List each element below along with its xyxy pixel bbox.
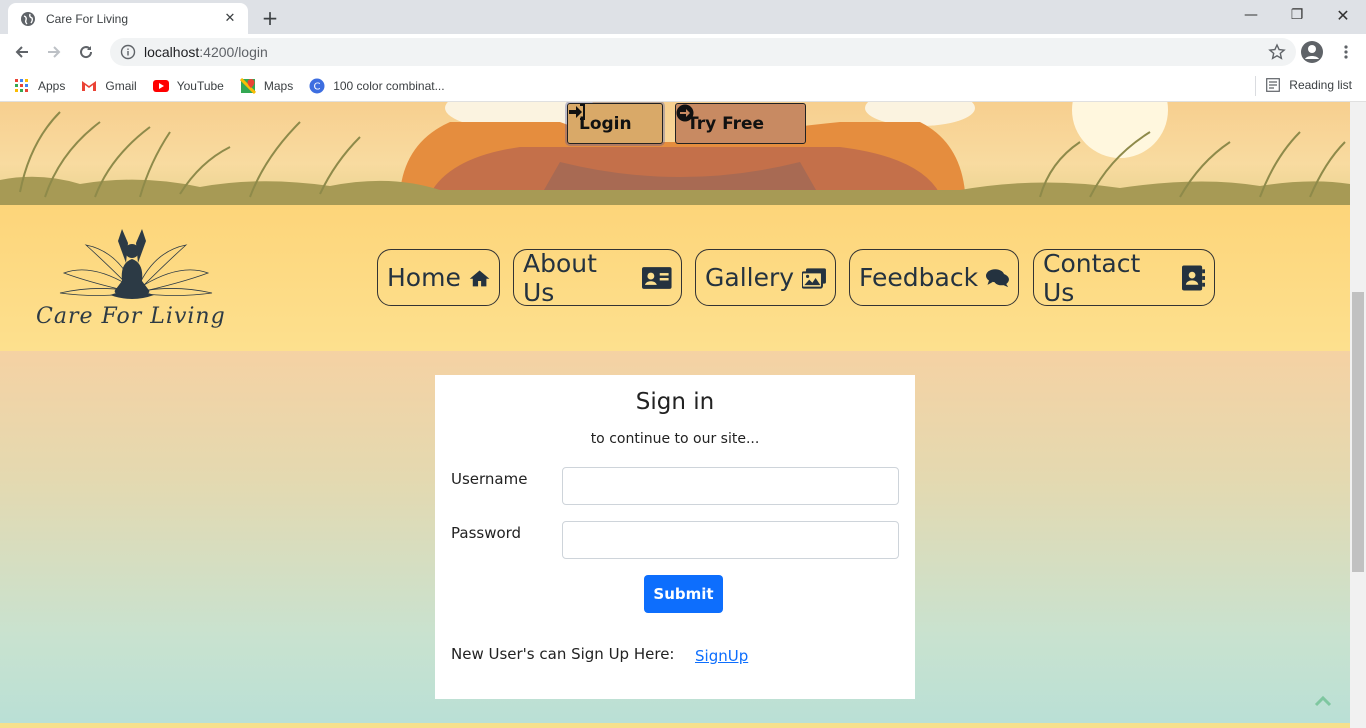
nav-feedback[interactable]: Feedback: [849, 249, 1019, 306]
password-input[interactable]: [562, 521, 899, 559]
svg-text:C: C: [314, 81, 321, 92]
submit-button[interactable]: Submit: [644, 575, 723, 613]
try-free-label: Try Free: [687, 113, 765, 134]
hero-banner: Login Try Free: [0, 102, 1350, 205]
nav-about-us[interactable]: About Us: [513, 248, 682, 307]
browser-tab[interactable]: Care For Living ✕: [8, 3, 248, 34]
browser-tab-strip: Care For Living ✕ + — ❐ ✕: [0, 0, 1366, 34]
brand-name: Care For Living: [36, 304, 226, 329]
username-label: Username: [451, 470, 528, 488]
globe-icon: [20, 11, 36, 27]
signup-prompt: New User's can Sign Up Here:: [451, 645, 675, 663]
restore-button[interactable]: ❐: [1274, 0, 1320, 30]
forward-arrow-icon: [48, 46, 61, 58]
signup-link[interactable]: SignUp: [695, 647, 748, 665]
images-icon: [802, 267, 826, 289]
reading-list-icon: [1265, 77, 1281, 93]
page-viewport: Login Try Free Care For Living Home Abou…: [0, 102, 1350, 728]
login-label: Login: [579, 113, 632, 134]
nav-label: About Us: [523, 248, 597, 307]
signin-title: Sign in: [635, 389, 715, 415]
address-book-icon: [1181, 265, 1205, 290]
gmail-icon: [81, 78, 97, 94]
username-input[interactable]: [562, 467, 899, 505]
scrollbar-thumb[interactable]: [1352, 292, 1364, 572]
bookmark-label: Gmail: [105, 78, 137, 93]
back-arrow-icon: [15, 46, 28, 58]
apps-grid-icon: [14, 78, 30, 94]
password-label: Password: [451, 524, 522, 542]
profile-avatar-icon: [1301, 41, 1323, 63]
bookmark-gmail[interactable]: Gmail: [81, 78, 137, 94]
new-tab-button[interactable]: +: [258, 6, 282, 30]
browser-toolbar: localhost:4200/login: [0, 34, 1366, 70]
kebab-menu-icon: [1344, 45, 1348, 59]
youtube-icon: [152, 78, 169, 94]
chevron-up-icon[interactable]: [1312, 690, 1334, 712]
nav-home[interactable]: Home: [377, 249, 500, 306]
comments-icon: [986, 268, 1009, 287]
nav-label: Feedback: [859, 263, 979, 292]
bookmark-color-combinations[interactable]: C 100 color combinat...: [309, 78, 445, 94]
bookmark-label: Apps: [38, 78, 66, 93]
nav-label: Gallery: [705, 263, 795, 292]
address-bar[interactable]: localhost:4200/login: [110, 38, 1296, 66]
bookmark-label: Maps: [263, 78, 294, 93]
back-button[interactable]: [8, 38, 36, 66]
reading-list-label: Reading list: [1289, 78, 1352, 92]
bookmarks-divider: [1255, 76, 1256, 96]
bookmark-label: 100 color combinat...: [333, 78, 445, 93]
try-free-button[interactable]: Try Free: [675, 103, 806, 144]
bookmark-maps[interactable]: Maps: [239, 77, 294, 94]
bookmark-apps[interactable]: Apps: [14, 78, 65, 94]
close-window-button[interactable]: ✕: [1320, 0, 1366, 30]
reload-icon: [80, 46, 93, 59]
signin-subtitle: to continue to our site...: [590, 431, 760, 447]
login-button[interactable]: Login: [567, 103, 663, 144]
nav-contact-us[interactable]: Contact Us: [1033, 248, 1215, 307]
browser-menu-button[interactable]: [1332, 38, 1360, 66]
arrow-circle-right-icon: [676, 104, 694, 122]
bookmark-youtube[interactable]: YouTube: [152, 78, 224, 94]
footer-strip: [0, 723, 1350, 728]
canva-icon: C: [309, 78, 325, 94]
minimize-button[interactable]: —: [1228, 0, 1274, 30]
signin-card: Sign in to continue to our site... Usern…: [435, 375, 915, 699]
url-path: :4200/login: [199, 44, 268, 60]
site-header: Care For Living Home About Us Gallery Fe…: [0, 205, 1350, 351]
nav-gallery[interactable]: Gallery: [695, 249, 836, 306]
reload-button[interactable]: [72, 38, 100, 66]
tab-title: Care For Living: [46, 11, 129, 26]
maps-icon: [239, 77, 256, 94]
profile-button[interactable]: [1298, 38, 1326, 66]
nav-label: Contact Us: [1043, 248, 1141, 307]
home-icon: [469, 269, 490, 286]
url-host: localhost: [144, 44, 200, 60]
sign-in-icon: [569, 104, 585, 120]
bookmark-label: YouTube: [176, 78, 224, 93]
reading-list-button[interactable]: Reading list: [1265, 77, 1352, 93]
close-tab-icon[interactable]: ✕: [222, 11, 238, 26]
forward-button[interactable]: [40, 38, 68, 66]
info-icon[interactable]: [120, 44, 136, 60]
bookmark-star-icon[interactable]: [1268, 43, 1286, 61]
bookmarks-bar: Apps Gmail YouTube Maps C 100 color comb…: [0, 70, 1366, 102]
nav-label: Home: [387, 263, 461, 292]
id-card-icon: [642, 266, 672, 289]
